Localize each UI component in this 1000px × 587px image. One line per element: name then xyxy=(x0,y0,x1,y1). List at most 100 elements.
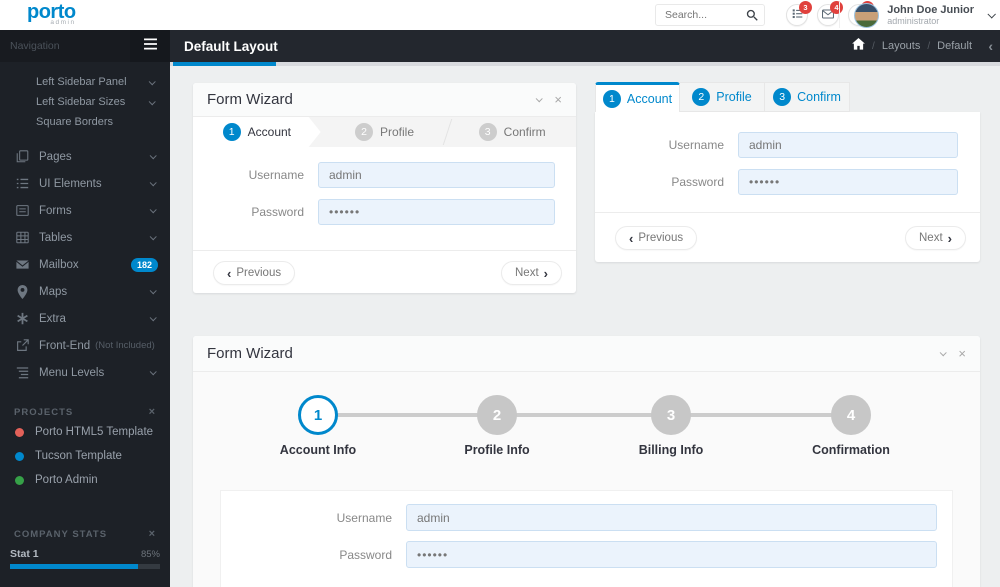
big-step-confirmation[interactable]: 4 Confirmation xyxy=(781,395,921,457)
menu-levels-icon xyxy=(14,366,30,379)
step-label: Account Info xyxy=(279,443,357,457)
nav-search-input[interactable] xyxy=(0,30,130,62)
ui-elements-icon xyxy=(14,177,30,190)
brand-logo[interactable]: porto admin xyxy=(27,2,76,27)
sidebar-item-left-sidebar-sizes[interactable]: Left Sidebar Sizes xyxy=(0,92,170,112)
previous-button[interactable]: ‹ Previous xyxy=(213,261,296,285)
tab-account[interactable]: 1 Account xyxy=(595,82,680,112)
user-role: administrator xyxy=(887,15,940,26)
project-item-porto-html5[interactable]: Porto HTML5 Template xyxy=(0,420,170,444)
step-number: 3 xyxy=(478,123,497,141)
sidebar-item-label: Tables xyxy=(39,231,73,244)
sidebar-item-extra[interactable]: Extra xyxy=(0,305,170,332)
chevron-down-icon xyxy=(149,233,157,241)
breadcrumb-separator: / xyxy=(872,40,875,52)
messages-button[interactable]: 4 xyxy=(817,1,843,26)
username-label: Username xyxy=(668,138,724,152)
step-circle: 4 xyxy=(831,395,871,435)
big-step-billing-info[interactable]: 3 Billing Info xyxy=(601,395,741,457)
chevron-down-icon xyxy=(149,314,157,322)
breadcrumb-layouts[interactable]: Layouts xyxy=(882,40,921,52)
collapse-icon[interactable] xyxy=(536,95,544,103)
step-label: Confirmation xyxy=(812,443,890,457)
next-label: Next xyxy=(515,267,539,279)
password-field[interactable] xyxy=(318,199,555,225)
wizard-step-profile[interactable]: 2 Profile xyxy=(321,117,453,147)
sidebar-item-maps[interactable]: Maps xyxy=(0,278,170,305)
breadcrumb-default[interactable]: Default xyxy=(937,40,972,52)
project-dot-icon xyxy=(15,451,24,461)
sidebar-item-label: UI Elements xyxy=(39,177,102,190)
tab-number: 1 xyxy=(602,89,621,108)
sidebar-item-pages[interactable]: Pages xyxy=(0,143,170,170)
stat-value: 85% xyxy=(140,549,160,560)
tasks-button[interactable]: 3 xyxy=(786,1,812,26)
sidebar-item-menu-levels[interactable]: Menu Levels xyxy=(0,359,170,386)
project-label: Tucson Template xyxy=(35,450,122,462)
tab-profile[interactable]: 2 Profile xyxy=(680,82,765,112)
close-icon[interactable]: × xyxy=(149,406,156,418)
sidebar-item-tables[interactable]: Tables xyxy=(0,224,170,251)
wizard-body: 1 Account Info 2 Profile Info 3 Billing … xyxy=(193,372,980,587)
form-wizard-panel-bottom: Form Wizard × 1 Account Info 2 Profile I… xyxy=(193,336,980,587)
chevron-down-icon xyxy=(149,179,157,187)
next-button[interactable]: Next › xyxy=(501,261,562,285)
sidebar-item-ui-elements[interactable]: UI Elements xyxy=(0,170,170,197)
chevron-down-icon xyxy=(148,78,156,86)
mailbox-badge: 182 xyxy=(130,257,158,272)
close-icon[interactable]: × xyxy=(554,93,562,106)
big-step-account-info[interactable]: 1 Account Info xyxy=(248,395,388,457)
password-label: Password xyxy=(251,205,304,219)
company-stats: Stat 1 85% xyxy=(0,548,170,569)
next-button[interactable]: Next › xyxy=(905,226,966,250)
step-label: Profile xyxy=(380,125,415,139)
sidebar-toggle-button[interactable] xyxy=(130,30,170,62)
step-circle: 3 xyxy=(651,395,691,435)
sidebar-item-label: Square Borders xyxy=(36,116,114,128)
sidebar-item-left-sidebar-panel[interactable]: Left Sidebar Panel xyxy=(0,72,170,92)
wizard-step-account[interactable]: 1 Account xyxy=(193,117,321,147)
project-label: Porto HTML5 Template xyxy=(35,426,154,438)
sidebar-item-square-borders[interactable]: Square Borders xyxy=(0,112,170,132)
forms-icon xyxy=(14,204,30,217)
chevron-down-icon xyxy=(148,98,156,106)
username-field[interactable] xyxy=(406,504,937,531)
previous-button[interactable]: ‹ Previous xyxy=(615,226,698,250)
close-icon[interactable]: × xyxy=(149,528,156,540)
home-icon[interactable] xyxy=(852,37,865,55)
sidebar-item-label: Pages xyxy=(39,150,72,163)
chevron-down-icon xyxy=(149,206,157,214)
big-step-profile-info[interactable]: 2 Profile Info xyxy=(427,395,567,457)
user-menu[interactable]: John Doe Junior administrator xyxy=(839,2,996,28)
username-field[interactable] xyxy=(738,132,958,158)
project-item-porto-admin[interactable]: Porto Admin xyxy=(0,468,170,492)
search-input[interactable] xyxy=(656,9,740,21)
wizard-step-confirm[interactable]: 3 Confirm xyxy=(448,117,576,147)
tab-label: Confirm xyxy=(797,90,841,104)
wizard-form: Username Password xyxy=(220,490,953,587)
page-title: Default Layout xyxy=(184,38,278,54)
form-wizard-panel-tabs: 1 Account 2 Profile 3 Confirm Username a… xyxy=(595,82,980,262)
collapse-icon[interactable] xyxy=(940,349,948,357)
password-label: Password xyxy=(339,547,392,562)
sidebar-item-label: Extra xyxy=(39,312,66,325)
close-icon[interactable]: × xyxy=(958,347,966,360)
username-label: Username xyxy=(248,168,304,182)
step-circle: 2 xyxy=(477,395,517,435)
search-icon[interactable] xyxy=(740,5,764,25)
project-item-tucson[interactable]: Tucson Template xyxy=(0,444,170,468)
password-label: Password xyxy=(671,175,724,189)
stat-progress-bar[interactable] xyxy=(10,564,160,569)
username-field[interactable] xyxy=(318,162,555,188)
chevron-down-icon xyxy=(987,10,996,19)
sidebar-item-forms[interactable]: Forms xyxy=(0,197,170,224)
tab-confirm[interactable]: 3 Confirm xyxy=(765,82,850,112)
sidebar-item-front-end[interactable]: Front-End (Not Included) xyxy=(0,332,170,359)
password-field[interactable] xyxy=(738,169,958,195)
chevron-left-icon[interactable]: ‹ xyxy=(988,39,993,53)
wizard-form: Username Password xyxy=(595,112,980,212)
password-field[interactable] xyxy=(406,541,937,568)
sidebar-item-mailbox[interactable]: Mailbox 182 xyxy=(0,251,170,278)
wizard-tabs: 1 Account 2 Profile 3 Confirm xyxy=(595,82,980,112)
breadcrumb-separator: / xyxy=(927,40,931,52)
